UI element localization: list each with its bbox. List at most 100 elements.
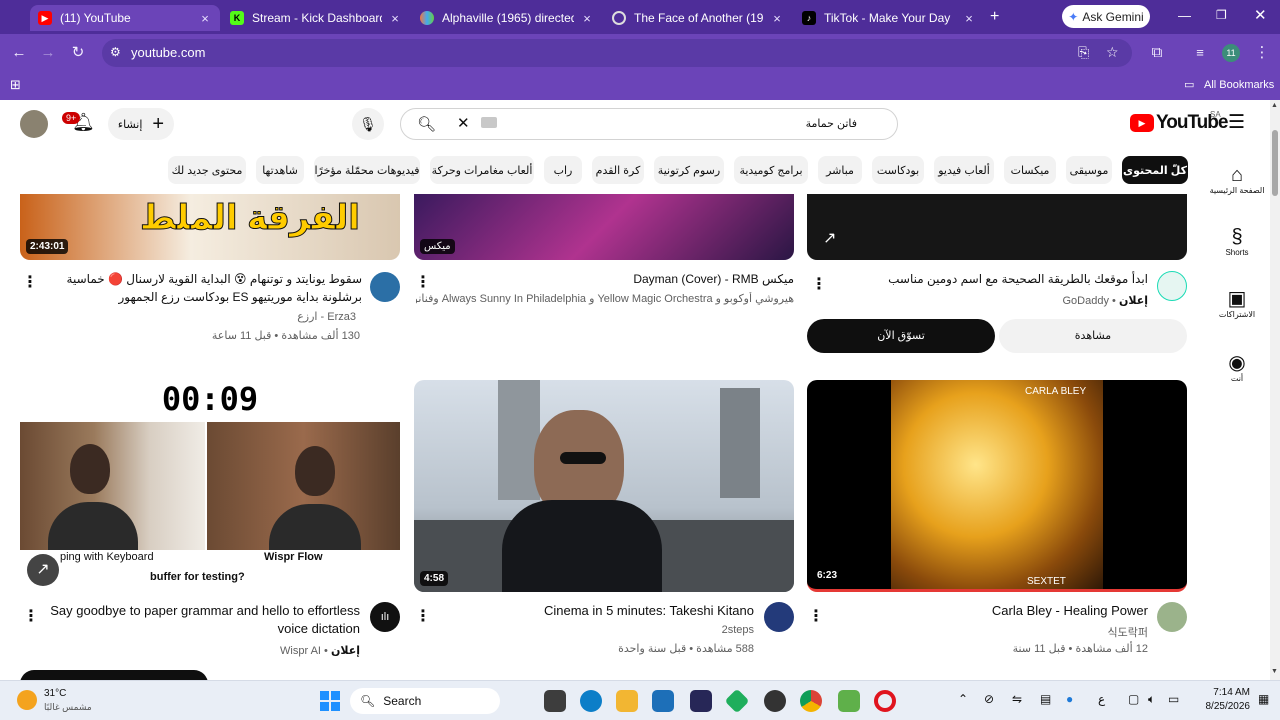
chip-mixes[interactable]: ميكسات (1004, 156, 1056, 184)
back-icon[interactable]: ← (9, 43, 29, 63)
sidebar-item-home[interactable]: ⌂ الصفحة الرئيسية (1208, 164, 1266, 195)
chip-watched[interactable]: شاهدتها (256, 156, 304, 184)
chip-video-games[interactable]: ألعاب فيديو (934, 156, 994, 184)
taskbar-search[interactable]: 🔍︎ Search (350, 688, 500, 714)
language-indicator[interactable]: ع (1098, 692, 1105, 706)
restore-icon[interactable]: ❐ (1216, 8, 1227, 22)
edge-icon[interactable] (580, 690, 602, 712)
scroll-up-icon[interactable]: ▲ (1271, 102, 1278, 109)
video-thumbnail[interactable]: CARLA BLEY SEXTET 6:23 (807, 380, 1187, 592)
battery-icon[interactable]: ▭ (1168, 692, 1179, 706)
chrome-icon[interactable] (800, 690, 822, 712)
channel-name[interactable]: Wispr AI (280, 645, 321, 657)
video-title[interactable]: Carla Bley - Healing Power (834, 602, 1148, 620)
watch-button[interactable]: مشاهدة (999, 319, 1187, 353)
app-icon[interactable] (838, 690, 860, 712)
extensions-icon[interactable]: ⧉ (1147, 43, 1167, 63)
app-icon[interactable] (690, 690, 712, 712)
shop-now-button[interactable]: تسوّق الآن (807, 319, 995, 353)
more-options-icon[interactable]: ⋮ (415, 272, 431, 292)
weather-icon[interactable] (17, 690, 37, 710)
more-options-icon[interactable]: ⋮ (22, 272, 38, 292)
tab-face-of-another[interactable]: The Face of Another (1966) | × (604, 5, 792, 31)
file-explorer-icon[interactable] (616, 690, 638, 712)
reading-list-icon[interactable]: ≡ (1190, 43, 1210, 63)
chip-new-for-you[interactable]: محتوى جديد لك (168, 156, 246, 184)
omnibox[interactable]: ⚙ youtube.com ⎘ ☆ (102, 39, 1132, 67)
clear-search-icon[interactable]: ✕ (457, 114, 470, 132)
user-avatar[interactable] (20, 110, 48, 138)
apps-grid-icon[interactable]: ⊞ (10, 77, 21, 93)
video-title[interactable]: سقوط يونايتد و توتنهام 😵 البداية القوية … (36, 270, 362, 306)
tray-icon[interactable]: ⇋ (1012, 692, 1022, 706)
video-title[interactable]: Cinema in 5 minutes: Takeshi Kitano (440, 602, 754, 620)
more-options-icon[interactable]: ⋮ (808, 606, 824, 626)
godaddy-avatar[interactable] (1157, 271, 1187, 301)
tray-icon[interactable]: ⊘ (984, 692, 994, 706)
chip-live[interactable]: مباشر (818, 156, 862, 184)
forward-icon[interactable]: → (38, 43, 58, 63)
youtube-logo-icon[interactable]: ▶ (1130, 114, 1154, 132)
app-icon[interactable] (764, 690, 786, 712)
channel-avatar[interactable] (764, 602, 794, 632)
chip-cartoons[interactable]: رسوم كرتونية (654, 156, 724, 184)
tray-icon[interactable]: ▤ (1040, 692, 1051, 706)
notification-center-icon[interactable]: ▦ (1258, 692, 1269, 706)
video-thumbnail[interactable]: الفرقة الملط 2:43:01 (20, 194, 400, 260)
external-link-icon[interactable]: ↗ (27, 554, 59, 586)
clock-time[interactable]: 7:14 AM (1204, 687, 1250, 698)
chip-rap[interactable]: راب (544, 156, 582, 184)
chip-podcast[interactable]: بودكاست (872, 156, 924, 184)
new-tab-button[interactable]: + (990, 8, 999, 26)
tab-tiktok[interactable]: ♪ TikTok - Make Your Day × (794, 5, 984, 31)
ad-cta-button[interactable] (20, 670, 208, 680)
minimize-icon[interactable]: — (1178, 8, 1191, 23)
task-view-icon[interactable] (544, 690, 566, 712)
chip-music[interactable]: موسيقى (1066, 156, 1112, 184)
ad-thumbnail[interactable]: 00:09 ping with Keyboard Wispr Flow buff… (20, 380, 400, 592)
scroll-down-icon[interactable]: ▼ (1271, 668, 1278, 675)
search-input[interactable]: فاتن حمامة (806, 117, 857, 130)
ask-gemini-button[interactable]: ✦ Ask Gemini (1062, 5, 1150, 28)
tab-alphaville[interactable]: Alphaville (1965) directed by × (412, 5, 602, 31)
video-title[interactable]: ميكس Dayman (Cover) - RMB (440, 270, 794, 288)
search-box[interactable]: 🔍︎ ✕ فاتن حمامة (400, 108, 898, 140)
scrollbar-thumb[interactable] (1272, 130, 1278, 196)
chip-all[interactable]: كلّ المحتوى (1122, 156, 1188, 184)
ad-thumbnail[interactable]: ↗ (807, 194, 1187, 260)
external-link-icon[interactable]: ↗ (823, 228, 836, 248)
windows-start-icon[interactable] (320, 691, 340, 711)
bookmark-star-icon[interactable]: ☆ (1106, 44, 1119, 61)
more-options-icon[interactable]: ⋮ (811, 274, 827, 294)
chip-recently-uploaded[interactable]: فيديوهات محمّلة مؤخرًا (314, 156, 420, 184)
tray-chevron-icon[interactable]: ⌃ (958, 692, 968, 706)
page-scrollbar[interactable]: ▲ ▼ (1270, 100, 1280, 680)
opera-icon[interactable] (874, 690, 896, 712)
store-icon[interactable] (652, 690, 674, 712)
microphone-icon[interactable]: ● (1066, 692, 1073, 706)
channel-name[interactable]: Erza3 - ارزع (36, 310, 356, 323)
sidebar-item-you[interactable]: ◉ أنت (1208, 352, 1266, 383)
tab-close-icon[interactable]: × (388, 11, 402, 26)
ad-title[interactable]: Say goodbye to paper grammar and hello t… (40, 602, 360, 638)
menu-kebab-icon[interactable]: ⋮ (1252, 43, 1272, 63)
channel-name[interactable]: GoDaddy (1063, 295, 1109, 307)
all-bookmarks-link[interactable]: All Bookmarks (1204, 79, 1274, 91)
weather-temp[interactable]: 31°C (44, 688, 66, 699)
keyboard-icon[interactable] (481, 117, 497, 128)
more-options-icon[interactable]: ⋮ (415, 606, 431, 626)
volume-icon[interactable]: 🔈︎ (1148, 692, 1155, 707)
video-thumbnail[interactable]: 4:58 (414, 380, 794, 592)
more-options-icon[interactable]: ⋮ (23, 606, 39, 626)
voice-search-icon[interactable]: 🎙︎ (352, 108, 384, 140)
site-info-icon[interactable]: ⚙ (110, 45, 121, 59)
reload-icon[interactable]: ↻ (68, 43, 88, 63)
chip-football[interactable]: كرة القدم (592, 156, 644, 184)
install-app-icon[interactable]: ⎘ (1078, 44, 1089, 61)
window-close-icon[interactable]: ✕ (1254, 6, 1267, 24)
channel-name[interactable]: 2steps (440, 624, 754, 636)
clock-date[interactable]: 8/25/2026 (1196, 701, 1251, 712)
channel-name[interactable]: 식도락퍼 (834, 624, 1148, 640)
tab-kick[interactable]: K Stream - Kick Dashboard × (222, 5, 410, 31)
sidebar-item-shorts[interactable]: § Shorts (1208, 226, 1266, 257)
